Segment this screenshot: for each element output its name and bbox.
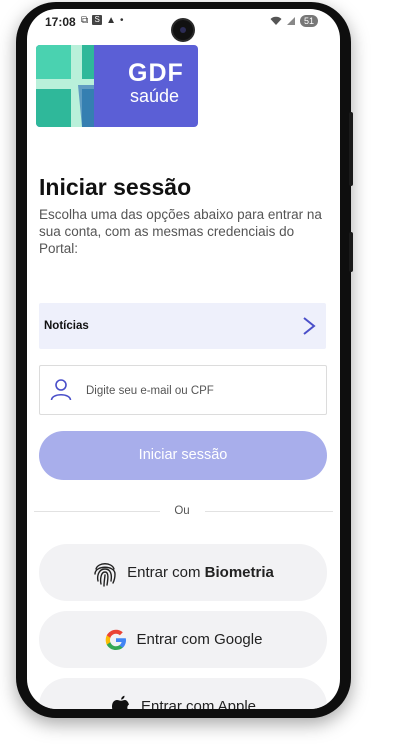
s-app-icon: S	[92, 15, 103, 25]
biometry-label-prefix: Entrar com	[127, 564, 205, 581]
page-subtitle: Escolha uma das opções abaixo para entra…	[39, 207, 322, 256]
gdf-saude-logo: GDF saúde	[36, 45, 198, 127]
signal-icon	[286, 17, 295, 25]
status-time: 17:08	[45, 15, 76, 29]
biometry-login-button[interactable]: Entrar com Biometria	[39, 544, 327, 601]
wifi-icon	[270, 16, 282, 25]
user-icon	[50, 379, 72, 401]
apple-login-button[interactable]: Entrar com Apple	[39, 678, 327, 709]
logo-cross-icon	[36, 45, 121, 127]
divider-label: Ou	[174, 505, 190, 517]
alert-icon: ▲	[106, 15, 117, 26]
email-cpf-input[interactable]	[84, 378, 318, 404]
logo-text: GDF saúde	[128, 59, 184, 107]
power-button	[349, 232, 353, 272]
login-button[interactable]: Iniciar sessão	[39, 431, 327, 480]
battery-icon: 51	[299, 15, 318, 27]
google-icon	[105, 629, 126, 650]
page-title: Iniciar sessão	[39, 174, 192, 200]
divider-right	[205, 511, 333, 512]
google-label: Entrar com Google	[136, 631, 263, 648]
divider-left	[34, 511, 160, 512]
status-left-icons: ⧉ S ▲ •	[81, 15, 124, 26]
biometry-label: Entrar com Biometria	[127, 564, 274, 581]
front-camera	[173, 20, 193, 40]
chevron-right-icon	[303, 317, 316, 335]
app-screen: 17:08 ⧉ S ▲ • 51 GDF saúde Iniciar sessã…	[27, 9, 340, 709]
email-cpf-field[interactable]	[39, 365, 327, 415]
google-button-content: Entrar com Google	[39, 611, 327, 668]
logo-gdf: GDF	[128, 59, 184, 87]
status-right-icons: 51	[270, 15, 318, 27]
volume-button	[349, 112, 353, 186]
news-row[interactable]: Notícias	[39, 303, 326, 349]
screenshot-icon: ⧉	[81, 15, 89, 26]
fingerprint-icon	[94, 562, 116, 587]
status-bar: 17:08 ⧉ S ▲ • 51	[27, 9, 340, 40]
apple-button-content: Entrar com Apple	[39, 678, 327, 709]
biometry-button-content: Entrar com Biometria	[39, 544, 327, 601]
news-label: Notícias	[44, 320, 89, 332]
apple-icon	[111, 695, 129, 709]
dot-icon: •	[120, 15, 124, 26]
logo-saude: saúde	[130, 86, 180, 106]
apple-label: Entrar com Apple	[140, 698, 257, 709]
biometry-label-bold: Biometria	[204, 564, 274, 581]
google-login-button[interactable]: Entrar com Google	[39, 611, 327, 668]
